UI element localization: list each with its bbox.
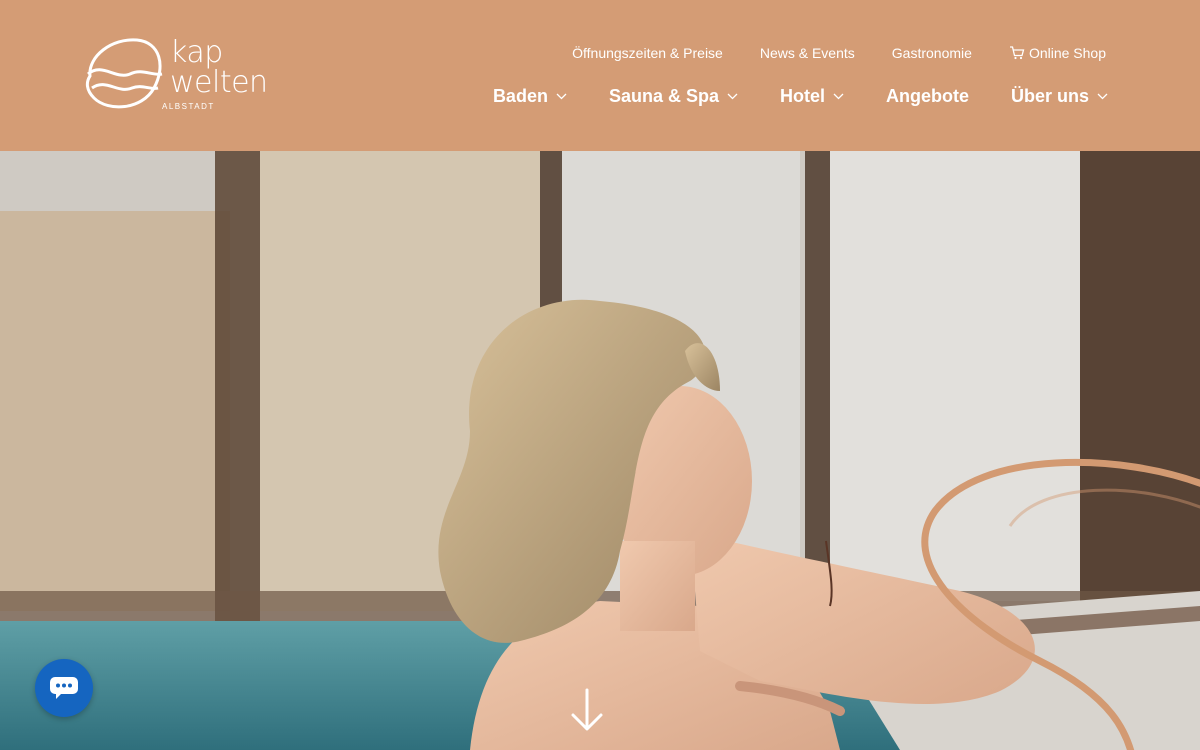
main-nav-hotel[interactable]: Hotel (780, 85, 844, 107)
chevron-down-icon (833, 93, 844, 99)
top-nav-label: Online Shop (1028, 45, 1106, 61)
top-navigation: Öffnungszeiten & Preise News & Events Ga… (572, 44, 1106, 62)
chevron-down-icon (556, 93, 567, 99)
top-nav-label: Gastronomie (891, 45, 972, 61)
chevron-down-icon (1097, 93, 1108, 99)
main-nav-ueber-uns[interactable]: Über uns (1011, 85, 1108, 107)
hero-image (0, 151, 1200, 750)
chat-button[interactable] (35, 659, 93, 717)
arrow-down-icon[interactable] (570, 688, 604, 732)
logo-text-line1: kap (170, 35, 223, 70)
main-nav-label: Hotel (779, 86, 825, 106)
main-navigation: Baden Sauna & Spa Hotel Angebote Über un… (493, 85, 1108, 107)
logo[interactable]: kap welten ALBSTADT (82, 36, 282, 114)
main-nav-label: Baden (492, 86, 548, 106)
main-nav-baden[interactable]: Baden (493, 85, 567, 107)
hero-photo (0, 151, 1200, 750)
top-nav-opening-hours[interactable]: Öffnungszeiten & Preise (572, 44, 723, 62)
main-nav-label: Sauna & Spa (608, 86, 719, 106)
logo-location: ALBSTADT (162, 102, 215, 111)
main-nav-angebote[interactable]: Angebote (886, 85, 969, 107)
top-nav-label: Öffnungszeiten & Preise (572, 45, 723, 61)
main-nav-label: Über uns (1010, 86, 1089, 106)
main-nav-label: Angebote (885, 86, 969, 106)
main-nav-sauna-spa[interactable]: Sauna & Spa (609, 85, 738, 107)
chevron-down-icon (727, 93, 738, 99)
logo-text-line2: welten (170, 65, 268, 100)
top-nav-gastronomy[interactable]: Gastronomie (892, 44, 972, 62)
top-nav-online-shop[interactable]: Online Shop (1009, 44, 1106, 62)
top-nav-news-events[interactable]: News & Events (760, 44, 855, 62)
top-nav-label: News & Events (759, 45, 855, 61)
cart-icon (1009, 46, 1025, 60)
logo-wave-icon (85, 38, 163, 109)
site-header: kap welten ALBSTADT Öffnungszeiten & Pre… (0, 0, 1200, 151)
chat-bubble-icon (50, 677, 78, 699)
